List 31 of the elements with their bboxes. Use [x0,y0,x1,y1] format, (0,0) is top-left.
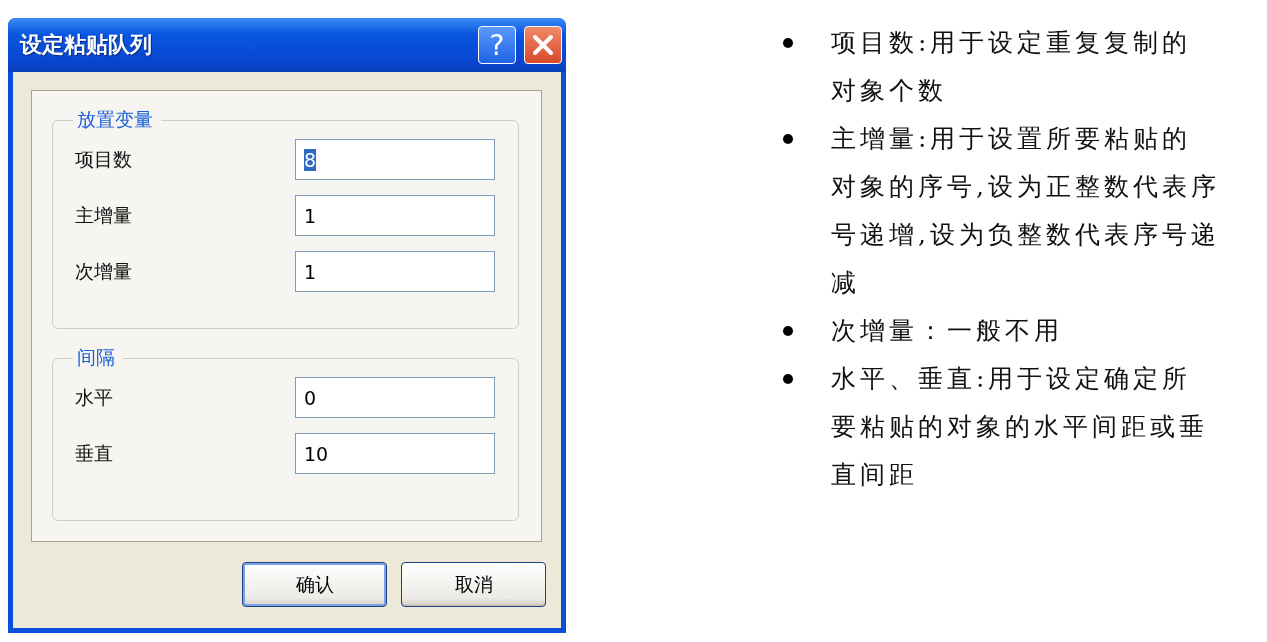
field-value: 8 [304,148,317,171]
field-label: 垂直 [75,440,113,466]
close-button[interactable] [524,26,562,64]
field-label: 水平 [75,384,113,410]
help-button[interactable]: ? [478,26,516,64]
input-field[interactable]: 1 [295,195,495,236]
window-title: 设定粘贴队列 [20,31,153,59]
field-label: 次增量 [75,258,132,284]
field-value: 10 [304,442,329,465]
bullet-icon [783,374,793,384]
note-text: 主增量:用于设置所要粘贴的对象的序号,设为正整数代表序号递增,设为负整数代表序号递减 [831,123,1220,299]
field-label: 项目数 [75,146,132,172]
group-title: 间隔 [76,345,116,370]
note-text: 水平、垂直:用于设定确定所要粘贴的对象的水平间距或垂直间距 [831,363,1209,491]
bullet-icon [783,326,793,336]
input-field[interactable]: 10 [295,433,495,474]
input-field[interactable]: 8 [295,139,495,180]
close-icon [532,34,554,56]
group-title: 放置变量 [76,107,154,132]
bullet-icon [783,134,793,144]
field-value: 1 [304,260,317,283]
note-text: 次增量：一般不用 [831,315,1064,347]
field-label: 主增量 [75,202,132,228]
field-value: 1 [304,204,317,227]
input-field[interactable]: 0 [295,377,495,418]
dialog-button[interactable]: 确认 [242,562,387,607]
dialog-button[interactable]: 取消 [401,562,546,607]
bullet-icon [783,38,793,48]
note-text: 项目数:用于设定重复复制的对象个数 [831,27,1193,107]
field-value: 0 [304,386,317,409]
input-field[interactable]: 1 [295,251,495,292]
